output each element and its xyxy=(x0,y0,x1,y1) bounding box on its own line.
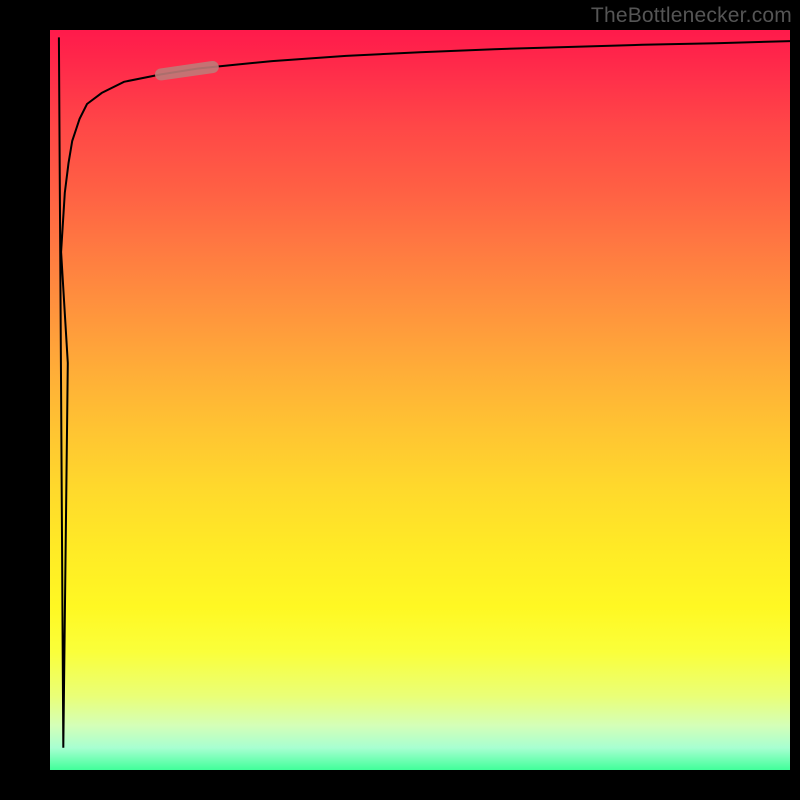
chart-frame: TheBottlenecker.com xyxy=(0,0,800,800)
curve-overlay xyxy=(50,30,790,770)
bottleneck-curve xyxy=(59,37,790,747)
plot-area xyxy=(50,30,790,770)
curve-highlight-segment xyxy=(161,67,213,74)
watermark-text: TheBottlenecker.com xyxy=(591,4,792,28)
